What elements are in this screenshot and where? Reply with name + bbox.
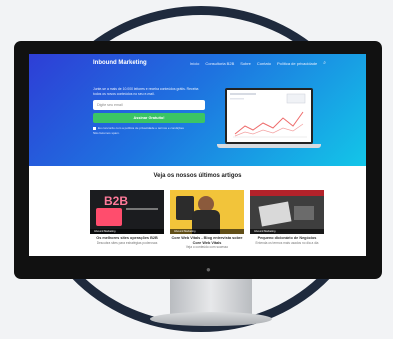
hero-description: Junte-se a mais de 10.000 leitores e rec… (93, 87, 199, 96)
main-nav: Início Consultoria B2B Sobre Contato Pol… (190, 61, 326, 67)
hero-section: Inbound Marketing Início Consultoria B2B… (29, 54, 366, 166)
search-icon[interactable]: ⌕ (323, 61, 326, 66)
monitor-stand (150, 312, 272, 326)
nav-link-inicio[interactable]: Início (190, 61, 200, 66)
nav-link-consultoria[interactable]: Consultoria B2B (205, 61, 234, 66)
apple-logo-icon: ● (206, 265, 211, 274)
nav-link-privacidade[interactable]: Política de privacidade (277, 61, 317, 66)
subscribe-button[interactable]: Assinar Gratuito! (93, 113, 205, 123)
email-field[interactable]: Digite seu email (93, 100, 205, 110)
thumbnail-category: Inbound Marketing (250, 229, 324, 234)
thumbnail-category: Inbound Marketing (170, 229, 244, 234)
article-title[interactable]: Core Web Vitals - Blog entrevista sobre … (170, 236, 244, 245)
article-thumbnail[interactable]: B2B Inbound Marketing (90, 190, 164, 234)
paper-graphic (258, 201, 292, 227)
thumbnail-banner (250, 190, 324, 196)
consent-checkbox[interactable] (93, 126, 96, 130)
article-subtitle: Descubra sites para estratégias poderosa… (96, 240, 158, 245)
text-line (126, 208, 158, 210)
laptop-illustration (225, 88, 313, 144)
article-card[interactable]: B2B Inbound Marketing Os melhores sites … (90, 190, 164, 245)
article-title[interactable]: Pequeno dicionário de Negócios (250, 236, 324, 241)
b2b-graphic: B2B (104, 194, 129, 208)
article-thumbnail[interactable]: Inbound Marketing (170, 190, 244, 234)
consent-text: Eu concordo com a política de privacidad… (98, 126, 184, 130)
article-card[interactable]: Inbound Marketing Core Web Vitals - Blog… (170, 190, 244, 249)
article-subtitle: Entenda os termos mais usados no dia a d… (255, 240, 319, 245)
site-logo[interactable]: Inbound Marketing (93, 60, 147, 66)
consent-row: Eu concordo com a política de privacidad… (93, 126, 184, 130)
nav-link-contato[interactable]: Contato (257, 61, 271, 66)
spam-notice: Não fazemos spam. (93, 131, 120, 135)
article-card[interactable]: Inbound Marketing Pequeno dicionário de … (250, 190, 324, 245)
nav-link-sobre[interactable]: Sobre (240, 61, 251, 66)
article-thumbnail[interactable]: Inbound Marketing (250, 190, 324, 234)
thumbnail-category: Inbound Marketing (90, 229, 164, 234)
section-title: Veja os nossos últimos artigos (153, 173, 242, 179)
article-title[interactable]: Os melhores sites operações B2B (90, 236, 164, 241)
hand-illustration (96, 208, 122, 226)
article-subtitle: Veja o conteúdo com sucesso (185, 245, 229, 249)
laptop-graphic (294, 206, 314, 220)
laptop-base (217, 144, 321, 148)
laptop-dashboard-graphic (227, 90, 311, 142)
website-screenshot: Inbound Marketing Início Consultoria B2B… (29, 54, 366, 256)
